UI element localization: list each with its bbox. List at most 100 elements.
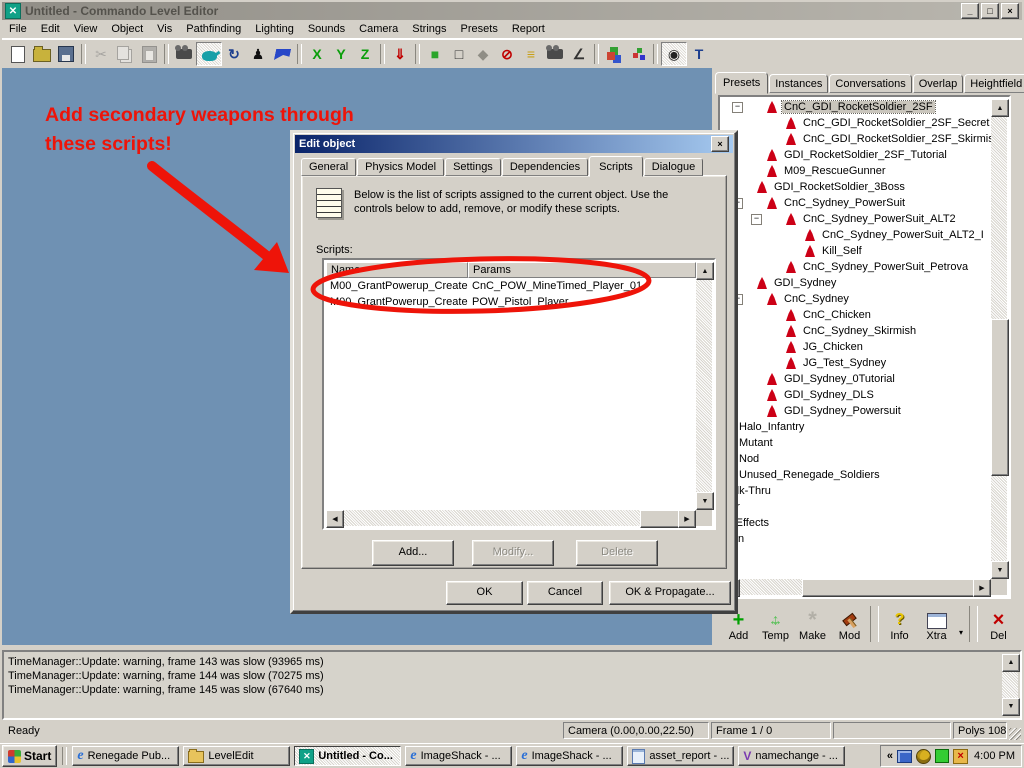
log-vertical-scrollbar[interactable]: ▲ ▼ <box>1002 654 1018 716</box>
taskbar-imageshack-2[interactable]: e ImageShack - ... <box>516 746 623 766</box>
menu-item[interactable]: Sounds <box>301 21 352 37</box>
preset-info-button[interactable]: ? Info <box>881 611 918 642</box>
angle-icon[interactable]: ∠ <box>567 43 591 65</box>
cancel-button[interactable]: Cancel <box>527 581 603 605</box>
menu-item[interactable]: View <box>67 21 105 37</box>
dialog-close-icon[interactable]: × <box>711 136 729 152</box>
preset-del-button[interactable]: × Del <box>980 611 1017 642</box>
tree-hscroll-thumb[interactable] <box>802 579 979 597</box>
preset-mod-button[interactable]: Mod <box>831 613 868 642</box>
dialog-tab[interactable]: Physics Model <box>357 158 444 176</box>
tree-item[interactable]: − CnC_Sydney_PowerSuit <box>722 195 991 211</box>
tree-item[interactable]: CnC_Sydney_PowerSuit_ALT2_I <box>722 227 991 243</box>
levels-icon[interactable]: ≡ <box>519 43 543 65</box>
resize-grip[interactable] <box>1009 728 1021 740</box>
taskbar-asset-report[interactable]: asset_report - ... <box>627 746 734 766</box>
hidden-eye-icon[interactable]: ◆ <box>471 43 495 65</box>
tree-item[interactable]: ner <box>722 499 991 515</box>
tree-item[interactable]: CnC_Sydney_PowerSuit_Petrova <box>722 259 991 275</box>
preset-xtra-button[interactable]: Xtra <box>918 613 955 642</box>
flag-icon[interactable] <box>270 43 294 65</box>
tree-item[interactable]: Nod <box>722 451 991 467</box>
modify-script-button[interactable]: Modify... <box>472 540 554 566</box>
taskbar-imageshack-1[interactable]: e ImageShack - ... <box>405 746 512 766</box>
scroll-down-icon[interactable]: ▼ <box>1002 698 1020 716</box>
menu-item[interactable]: Vis <box>150 21 179 37</box>
list-horizontal-scrollbar[interactable]: ◀ ▶ <box>326 510 696 526</box>
y-axis-icon[interactable]: Y <box>329 43 353 65</box>
tree-item[interactable]: CnC_Chicken <box>722 307 991 323</box>
color-cubes-icon[interactable] <box>602 43 626 65</box>
z-axis-icon[interactable]: Z <box>353 43 377 65</box>
runner-icon[interactable]: ♟ <box>246 43 270 65</box>
tree-item[interactable]: al Effects <box>722 515 991 531</box>
network-icon[interactable] <box>897 750 912 763</box>
tree-item[interactable]: − CnC_GDI_RocketSoldier_2SF <box>722 99 991 115</box>
tree-item[interactable]: Halo_Infantry <box>722 419 991 435</box>
tree-item[interactable]: GDI_RocketSoldier_2SF_Tutorial <box>722 147 991 163</box>
scroll-up-icon[interactable]: ▲ <box>991 99 1009 117</box>
globe-icon[interactable] <box>916 749 931 764</box>
scroll-right-icon[interactable]: ▶ <box>973 579 991 597</box>
delete-script-button[interactable]: Delete <box>576 540 658 566</box>
add-script-button[interactable]: Add... <box>372 540 454 566</box>
tree-horizontal-scrollbar[interactable]: ◀ ▶ <box>722 579 991 595</box>
tree-vertical-scrollbar[interactable]: ▲ ▼ <box>991 99 1007 579</box>
menu-item[interactable]: Edit <box>34 21 67 37</box>
preset-add-button[interactable]: + Add <box>720 611 757 642</box>
drop-to-ground-icon[interactable]: ⇓ <box>388 43 412 65</box>
tree-item[interactable]: − CnC_Sydney_PowerSuit_ALT2 <box>722 211 991 227</box>
tree-item[interactable]: Valk-Thru <box>722 483 991 499</box>
dialog-tab[interactable]: General <box>301 158 356 176</box>
scroll-left-icon[interactable]: ◀ <box>326 510 344 528</box>
list-hscroll-thumb[interactable] <box>640 510 680 528</box>
panel-tab[interactable]: Conversations <box>829 74 911 93</box>
menu-item[interactable]: Pathfinding <box>179 21 248 37</box>
tree-item[interactable]: GDI_Sydney_Powersuit <box>722 403 991 419</box>
menu-item[interactable]: Object <box>104 21 150 37</box>
panel-tab[interactable]: Instances <box>769 74 828 93</box>
axis-rotate-icon[interactable]: ↻ <box>222 43 246 65</box>
panel-tab[interactable]: Presets <box>715 72 768 94</box>
menu-item[interactable]: Strings <box>405 21 453 37</box>
alert-x-icon[interactable]: × <box>953 749 968 764</box>
tree-item[interactable]: Kill_Self <box>722 243 991 259</box>
menu-item[interactable]: Camera <box>352 21 405 37</box>
cut-icon[interactable]: ✂ <box>89 43 113 65</box>
tree-scroll-thumb[interactable] <box>991 319 1009 476</box>
preset-make-button[interactable]: * Make <box>794 603 831 642</box>
save-icon[interactable] <box>54 43 78 65</box>
menu-item[interactable]: File <box>2 21 34 37</box>
taskbar-untitled-commando[interactable]: ✕ Untitled - Co... <box>294 746 401 766</box>
paste-icon[interactable] <box>137 43 161 65</box>
taskbar-leveledit-folder[interactable]: LevelEdit <box>183 746 290 766</box>
copy-icon[interactable] <box>113 43 137 65</box>
panel-tab[interactable]: Heightfield <box>964 74 1024 93</box>
tree-item[interactable]: Unused_Renegade_Soldiers <box>722 467 991 483</box>
open-folder-icon[interactable] <box>30 43 54 65</box>
text-tool-icon[interactable]: T <box>687 43 711 65</box>
scroll-down-icon[interactable]: ▼ <box>696 492 714 510</box>
scroll-up-icon[interactable]: ▲ <box>696 262 714 280</box>
new-file-icon[interactable] <box>6 43 30 65</box>
preset-temp-button[interactable]: ↔ Temp <box>757 611 794 642</box>
tree-item[interactable]: − GDI_RocketSoldier_3Boss <box>722 179 991 195</box>
no-entry-icon[interactable]: ⊘ <box>495 43 519 65</box>
tree-item[interactable]: M09_RescueGunner <box>722 163 991 179</box>
movie-camera-icon[interactable] <box>172 43 196 65</box>
taskbar-namechange[interactable]: V namechange - ... <box>738 746 845 766</box>
close-button[interactable]: × <box>1001 3 1019 19</box>
wire-cube-icon[interactable]: □ <box>447 43 471 65</box>
tree-item[interactable]: CnC_GDI_RocketSoldier_2SF_Skirmish <box>722 131 991 147</box>
menu-item[interactable]: Presets <box>454 21 505 37</box>
panel-tab[interactable]: Overlap <box>913 74 964 93</box>
tree-item[interactable]: − GDI_Sydney <box>722 275 991 291</box>
taskbar-renegade-pub[interactable]: e Renegade Pub... <box>72 746 179 766</box>
tree-item[interactable]: GDI_Sydney_0Tutorial <box>722 371 991 387</box>
tray-chevron-icon[interactable]: « <box>887 750 893 762</box>
minimize-button[interactable]: _ <box>961 3 979 19</box>
dialog-tab[interactable]: Settings <box>445 158 501 176</box>
column-header-params[interactable]: Params <box>468 262 696 278</box>
maximize-button[interactable]: □ <box>981 3 999 19</box>
tree-item[interactable]: GDI_Sydney_DLS <box>722 387 991 403</box>
